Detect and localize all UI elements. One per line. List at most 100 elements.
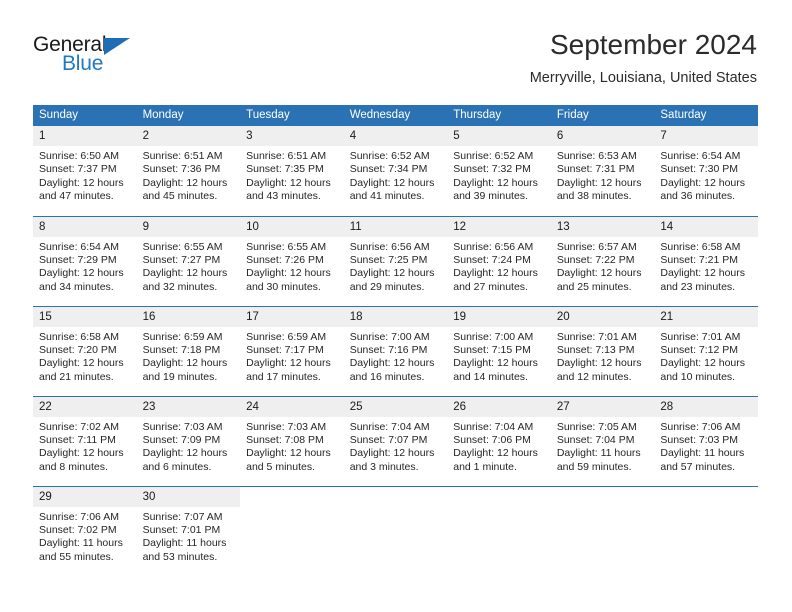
sunrise-time: Sunrise: 6:57 AM xyxy=(556,240,637,253)
daylight-duration-line1: Daylight: 12 hours xyxy=(660,357,746,370)
calendar-day-cell[interactable]: 17 Sunrise: 6:59 AM Sunset: 7:17 PM Dayligh… xyxy=(240,305,344,396)
day-number xyxy=(551,487,655,507)
day-number: 17 xyxy=(240,306,344,327)
calendar-day-cell[interactable]: 19 Sunrise: 7:00 AM Sunset: 7:15 PM Dayligh… xyxy=(447,305,551,396)
calendar-day-cell[interactable]: 22 Sunrise: 7:02 AM Sunset: 7:11 PM Dayligh… xyxy=(33,395,137,486)
empty-day xyxy=(551,487,655,576)
daylight-duration-line1: Daylight: 12 hours xyxy=(246,176,331,189)
empty-day xyxy=(240,487,344,576)
sunset-time: Sunset: 7:09 PM xyxy=(142,433,221,446)
daylight-duration-line2: and 55 minutes. xyxy=(39,550,114,563)
calendar-day-cell[interactable]: 25 Sunrise: 7:04 AM Sunset: 7:07 PM Dayligh… xyxy=(343,395,448,486)
calendar-day-cell[interactable]: 14 Sunrise: 6:58 AM Sunset: 7:21 PM Dayligh… xyxy=(654,215,758,306)
calendar-day-cell[interactable]: 30 Sunrise: 7:07 AM Sunset: 7:01 PM Dayligh… xyxy=(136,485,241,576)
daylight-duration-line1: Daylight: 12 hours xyxy=(349,176,435,189)
day-content: 6 Sunrise: 6:53 AM Sunset: 7:31 PM Daylight… xyxy=(550,126,655,215)
day-number: 24 xyxy=(240,396,344,417)
calendar-day-cell[interactable] xyxy=(447,485,551,576)
sunset-time: Sunset: 7:21 PM xyxy=(660,253,739,266)
daylight-duration-line1: Daylight: 12 hours xyxy=(556,176,642,189)
calendar-day-cell[interactable]: 3 Sunrise: 6:51 AM Sunset: 7:35 PM Daylight… xyxy=(240,126,344,216)
calendar-day-cell[interactable]: 5 Sunrise: 6:52 AM Sunset: 7:32 PM Daylight… xyxy=(447,126,551,216)
day-details: Sunrise: 6:59 AM Sunset: 7:17 PM Daylight:… xyxy=(240,327,344,385)
day-details: Sunrise: 6:54 AM Sunset: 7:29 PM Daylight:… xyxy=(33,237,137,295)
calendar-day-cell[interactable]: 20 Sunrise: 7:01 AM Sunset: 7:13 PM Dayligh… xyxy=(550,305,655,396)
page-subtitle: Merryville, Louisiana, United States xyxy=(529,70,757,86)
calendar-page: General Blue September 2024 Merryville, … xyxy=(0,0,792,612)
calendar-day-cell[interactable]: 2 Sunrise: 6:51 AM Sunset: 7:36 PM Daylight… xyxy=(136,126,241,216)
calendar-day-cell[interactable]: 27 Sunrise: 7:05 AM Sunset: 7:04 PM Dayligh… xyxy=(550,395,655,486)
daylight-duration-line1: Daylight: 12 hours xyxy=(39,176,124,189)
calendar-day-cell[interactable]: 16 Sunrise: 6:59 AM Sunset: 7:18 PM Dayligh… xyxy=(136,305,241,396)
calendar-day-cell[interactable]: 12 Sunrise: 6:56 AM Sunset: 7:24 PM Dayligh… xyxy=(447,215,551,306)
day-content: 9 Sunrise: 6:55 AM Sunset: 7:27 PM Daylight… xyxy=(136,216,241,306)
calendar-day-cell[interactable]: 8 Sunrise: 6:54 AM Sunset: 7:29 PM Daylight… xyxy=(33,215,137,306)
daylight-duration-line2: and 17 minutes. xyxy=(246,370,321,383)
calendar-day-cell[interactable] xyxy=(240,485,344,576)
daylight-duration-line1: Daylight: 11 hours xyxy=(39,537,123,550)
sunset-time: Sunset: 7:06 PM xyxy=(453,433,531,446)
general-blue-logo[interactable]: General Blue xyxy=(33,34,193,82)
day-number: 16 xyxy=(136,306,241,327)
day-content: 20 Sunrise: 7:01 AM Sunset: 7:13 PM Dayligh… xyxy=(550,306,655,396)
daylight-duration-line2: and 36 minutes. xyxy=(660,190,736,203)
calendar-day-cell[interactable]: 7 Sunrise: 6:54 AM Sunset: 7:30 PM Daylight… xyxy=(654,126,758,216)
daylight-duration-line1: Daylight: 12 hours xyxy=(142,357,228,370)
calendar-day-cell[interactable]: 1 Sunrise: 6:50 AM Sunset: 7:37 PM Daylight… xyxy=(33,126,137,216)
day-details: Sunrise: 7:04 AM Sunset: 7:07 PM Daylight:… xyxy=(344,417,448,475)
calendar-day-cell[interactable]: 21 Sunrise: 7:01 AM Sunset: 7:12 PM Dayligh… xyxy=(654,305,758,396)
day-number: 3 xyxy=(240,126,344,146)
day-details: Sunrise: 6:52 AM Sunset: 7:32 PM Daylight:… xyxy=(447,146,551,204)
daylight-duration-line2: and 27 minutes. xyxy=(453,280,528,293)
daylight-duration-line2: and 25 minutes. xyxy=(556,280,632,293)
calendar-week-row: 22 Sunrise: 7:02 AM Sunset: 7:11 PM Dayligh… xyxy=(33,395,758,486)
day-content: 3 Sunrise: 6:51 AM Sunset: 7:35 PM Daylight… xyxy=(240,126,344,215)
calendar-day-cell[interactable]: 9 Sunrise: 6:55 AM Sunset: 7:27 PM Daylight… xyxy=(136,215,241,306)
day-number: 26 xyxy=(447,396,551,417)
day-number: 29 xyxy=(33,486,137,507)
sunset-time: Sunset: 7:31 PM xyxy=(556,163,635,176)
daylight-duration-line2: and 1 minute. xyxy=(453,460,517,473)
day-content: 25 Sunrise: 7:04 AM Sunset: 7:07 PM Dayligh… xyxy=(343,396,448,486)
day-number: 20 xyxy=(550,306,655,327)
calendar-day-cell[interactable] xyxy=(654,485,758,576)
calendar-day-cell[interactable]: 10 Sunrise: 6:55 AM Sunset: 7:26 PM Dayligh… xyxy=(240,215,344,306)
calendar-day-cell[interactable]: 6 Sunrise: 6:53 AM Sunset: 7:31 PM Daylight… xyxy=(550,126,655,216)
weekday-header-tuesday: Tuesday xyxy=(240,105,344,126)
calendar-day-cell[interactable]: 24 Sunrise: 7:03 AM Sunset: 7:08 PM Dayligh… xyxy=(240,395,344,486)
sunset-time: Sunset: 7:20 PM xyxy=(39,343,117,356)
day-number: 15 xyxy=(33,306,137,327)
calendar-day-cell[interactable]: 13 Sunrise: 6:57 AM Sunset: 7:22 PM Dayligh… xyxy=(550,215,655,306)
sunrise-time: Sunrise: 6:56 AM xyxy=(453,240,534,253)
sunset-time: Sunset: 7:07 PM xyxy=(349,433,428,446)
daylight-duration-line2: and 39 minutes. xyxy=(453,190,528,203)
daylight-duration-line1: Daylight: 12 hours xyxy=(453,357,538,370)
day-content: 18 Sunrise: 7:00 AM Sunset: 7:16 PM Dayligh… xyxy=(343,306,448,396)
calendar-day-cell[interactable]: 28 Sunrise: 7:06 AM Sunset: 7:03 PM Dayligh… xyxy=(654,395,758,486)
sunset-time: Sunset: 7:13 PM xyxy=(556,343,635,356)
calendar-day-cell[interactable]: 4 Sunrise: 6:52 AM Sunset: 7:34 PM Daylight… xyxy=(343,126,448,216)
calendar-day-cell[interactable] xyxy=(550,485,655,576)
weekday-header-thursday: Thursday xyxy=(447,105,551,126)
day-details: Sunrise: 6:58 AM Sunset: 7:21 PM Daylight:… xyxy=(654,237,758,295)
calendar-day-cell[interactable] xyxy=(343,485,448,576)
calendar-day-cell[interactable]: 11 Sunrise: 6:56 AM Sunset: 7:25 PM Dayligh… xyxy=(343,215,448,306)
day-details: Sunrise: 7:04 AM Sunset: 7:06 PM Daylight:… xyxy=(447,417,551,475)
calendar-day-cell[interactable]: 15 Sunrise: 6:58 AM Sunset: 7:20 PM Dayligh… xyxy=(33,305,137,396)
calendar-day-cell[interactable]: 18 Sunrise: 7:00 AM Sunset: 7:16 PM Dayligh… xyxy=(343,305,448,396)
daylight-duration-line1: Daylight: 12 hours xyxy=(349,267,435,280)
daylight-duration-line2: and 5 minutes. xyxy=(246,460,316,473)
day-number: 27 xyxy=(550,396,655,417)
daylight-duration-line2: and 8 minutes. xyxy=(39,460,108,473)
sunset-time: Sunset: 7:04 PM xyxy=(556,433,635,446)
empty-day xyxy=(654,487,758,576)
day-number: 28 xyxy=(654,396,758,417)
calendar-day-cell[interactable]: 29 Sunrise: 7:06 AM Sunset: 7:02 PM Dayligh… xyxy=(33,485,137,576)
calendar-day-cell[interactable]: 23 Sunrise: 7:03 AM Sunset: 7:09 PM Dayligh… xyxy=(136,395,241,486)
day-number: 25 xyxy=(343,396,448,417)
day-content: 17 Sunrise: 6:59 AM Sunset: 7:17 PM Dayligh… xyxy=(240,306,344,396)
sunset-time: Sunset: 7:25 PM xyxy=(349,253,428,266)
daylight-duration-line2: and 41 minutes. xyxy=(349,190,425,203)
calendar-day-cell[interactable]: 26 Sunrise: 7:04 AM Sunset: 7:06 PM Dayligh… xyxy=(447,395,551,486)
sunrise-time: Sunrise: 6:53 AM xyxy=(556,150,637,162)
